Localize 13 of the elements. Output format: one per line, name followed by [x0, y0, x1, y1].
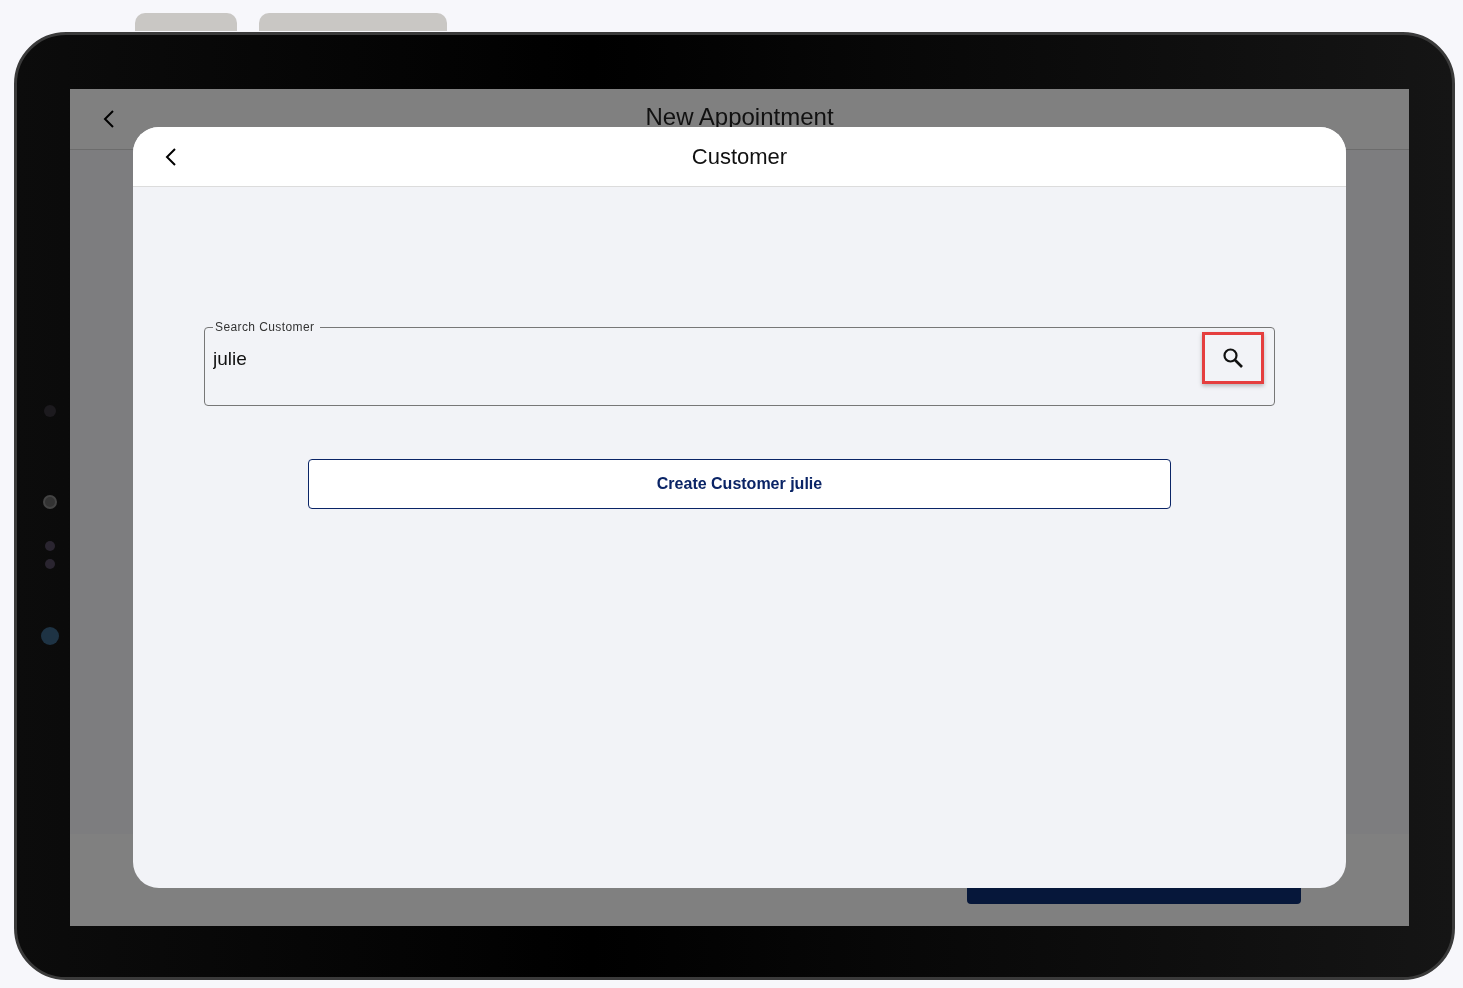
search-icon	[1221, 346, 1245, 370]
search-field[interactable]: Search Customer julie	[204, 320, 1275, 406]
back-icon[interactable]	[165, 146, 177, 167]
search-button[interactable]	[1202, 332, 1264, 384]
create-customer-button[interactable]: Create Customer julie	[308, 459, 1171, 509]
field-label: Search Customer	[214, 320, 316, 334]
search-input[interactable]: julie	[213, 348, 1202, 370]
sensor-dot	[41, 627, 59, 645]
dialog-title: Customer	[691, 144, 788, 170]
screen-title: New Appointment	[645, 103, 834, 131]
sensor-dot	[45, 541, 55, 551]
camera-icon	[43, 495, 57, 509]
sensor-dot	[45, 559, 55, 569]
